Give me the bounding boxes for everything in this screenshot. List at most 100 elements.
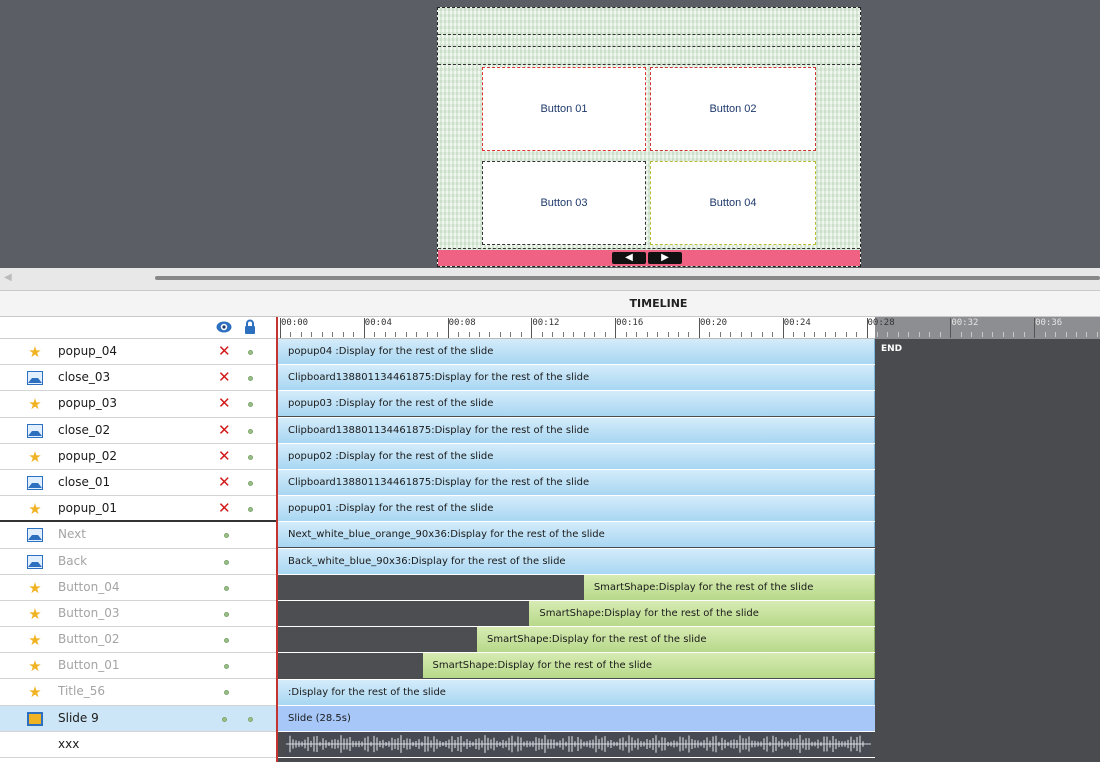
- lock-dot-icon[interactable]: [248, 428, 253, 434]
- timeline-bar[interactable]: Slide (28.5s): [278, 705, 875, 731]
- ruler-minor-tick: [332, 332, 334, 337]
- ruler-minor-tick: [908, 332, 910, 337]
- lock-dot-icon[interactable]: [248, 507, 253, 513]
- ruler-minor-tick: [541, 332, 543, 337]
- visibility-dot-icon[interactable]: [224, 638, 229, 644]
- waveform-icon: [286, 735, 871, 753]
- layer-row[interactable]: Next: [0, 522, 276, 549]
- ruler-minor-tick: [877, 332, 878, 337]
- layer-name: popup_04: [58, 344, 118, 358]
- timeline-bar[interactable]: SmartShape:Display for the rest of the s…: [422, 653, 875, 679]
- image-icon: [27, 423, 43, 438]
- timeline-bar[interactable]: Clipboard138801134461875:Display for the…: [278, 470, 875, 495]
- layer-row[interactable]: close_01 ✕: [0, 469, 276, 497]
- eye-icon[interactable]: [216, 320, 232, 334]
- layer-row[interactable]: xxx: [0, 731, 276, 758]
- lock-dot-icon[interactable]: [248, 480, 253, 486]
- timeline-bar[interactable]: popup03 :Display for the rest of the sli…: [278, 391, 875, 417]
- hidden-x-icon[interactable]: ✕: [218, 421, 231, 439]
- ruler-minor-tick: [353, 332, 355, 337]
- timeline-bar[interactable]: Next_white_blue_orange_90x36:Display for…: [278, 522, 875, 548]
- slide-button-01[interactable]: Button 01: [482, 67, 646, 151]
- layer-name: popup_03: [58, 396, 118, 411]
- slide-button-04[interactable]: Button 04: [650, 161, 816, 245]
- hidden-x-icon[interactable]: ✕: [218, 342, 231, 360]
- scroll-thumb[interactable]: [155, 276, 1100, 280]
- timeline-bar[interactable]: Clipboard138801134461875:Display for the…: [278, 365, 875, 391]
- timeline-tracks[interactable]: 00:00 00:04 00:08 00:12 00:16 00:20 00:24 00:28…: [276, 317, 1100, 762]
- ruler-minor-tick: [1023, 332, 1025, 337]
- layer-rows: ★ popup_04 ✕ close_03 ✕ ★ popup_03 ✕ close_02 ✕ ★ p…: [0, 339, 276, 758]
- hidden-x-icon[interactable]: ✕: [218, 394, 231, 412]
- layer-row[interactable]: ★ Button_03: [0, 600, 276, 628]
- hidden-x-icon[interactable]: ✕: [218, 473, 231, 491]
- ruler-minor-tick: [625, 332, 627, 337]
- timeline-bar[interactable]: popup04 :Display for the rest of the sli…: [278, 339, 875, 364]
- ruler-minor-tick: [845, 332, 847, 337]
- layer-name: Title_56: [58, 684, 105, 699]
- hidden-x-icon[interactable]: ✕: [218, 499, 231, 517]
- timeline-bar[interactable]: Back_white_blue_90x36:Display for the re…: [278, 548, 875, 574]
- track-row: popup03 :Display for the rest of the sli…: [278, 391, 875, 418]
- hidden-x-icon[interactable]: ✕: [218, 447, 231, 465]
- layer-row[interactable]: ★ Title_56: [0, 679, 276, 706]
- ruler-minor-tick: [887, 332, 889, 337]
- layer-row[interactable]: close_02 ✕: [0, 417, 276, 444]
- ruler-minor-tick: [971, 332, 973, 337]
- timeline-bar[interactable]: :Display for the rest of the slide: [278, 679, 875, 705]
- layer-row[interactable]: Slide 9: [0, 705, 276, 732]
- timeline-bar[interactable]: popup02 :Display for the rest of the sli…: [278, 443, 875, 469]
- layer-row[interactable]: ★ popup_04 ✕: [0, 339, 276, 366]
- ruler-tick-label: 00:36: [1035, 318, 1063, 328]
- ruler-tick-label: 00:20: [699, 318, 728, 328]
- visibility-dot-icon[interactable]: [224, 611, 229, 617]
- layer-row[interactable]: Back: [0, 548, 276, 575]
- ruler-minor-tick: [562, 332, 564, 337]
- slide-canvas[interactable]: Button 01 Button 02 Button 03 Button 04 …: [437, 7, 861, 267]
- star-icon: ★: [28, 447, 42, 466]
- layer-row[interactable]: ★ Button_04: [0, 574, 276, 601]
- timeline-bar[interactable]: SmartShape:Display for the rest of the s…: [529, 601, 875, 626]
- layer-name: close_02: [58, 422, 111, 437]
- ruler-minor-tick: [740, 332, 742, 337]
- lock-dot-icon[interactable]: [248, 454, 253, 460]
- ruler-minor-tick: [918, 332, 920, 337]
- timeline-bar[interactable]: popup01 :Display for the rest of the sli…: [278, 496, 875, 522]
- lock-dot-icon[interactable]: [248, 376, 253, 382]
- ruler-minor-tick: [1076, 332, 1077, 337]
- timeline-bar[interactable]: Clipboard138801134461875:Display for the…: [278, 417, 875, 443]
- layer-name: popup_02: [58, 448, 118, 463]
- ruler-tick-label: 00:16: [616, 318, 644, 328]
- ruler-minor-tick: [583, 332, 585, 337]
- ruler-minor-tick: [636, 332, 638, 337]
- layer-row[interactable]: ★ popup_01 ✕: [0, 496, 276, 523]
- back-arrow-icon[interactable]: ◀: [612, 252, 646, 264]
- visibility-dot-icon[interactable]: [224, 664, 229, 670]
- lock-dot-icon[interactable]: [248, 716, 253, 722]
- layer-row[interactable]: ★ Button_01: [0, 653, 276, 680]
- visibility-dot-icon[interactable]: [224, 585, 229, 591]
- timeline-bar[interactable]: SmartShape:Display for the rest of the s…: [583, 574, 875, 600]
- slide-button-03[interactable]: Button 03: [482, 161, 646, 245]
- audio-waveform[interactable]: [286, 732, 871, 757]
- slide-button-02[interactable]: Button 02: [650, 67, 816, 151]
- next-arrow-icon[interactable]: ▶: [648, 252, 682, 264]
- lock-dot-icon[interactable]: [248, 402, 253, 408]
- layer-name: Button_03: [58, 605, 120, 620]
- layer-row[interactable]: close_03 ✕: [0, 365, 276, 392]
- layer-row[interactable]: ★ popup_02 ✕: [0, 443, 276, 470]
- hidden-x-icon[interactable]: ✕: [218, 368, 231, 386]
- time-ruler[interactable]: 00:00 00:04 00:08 00:12 00:16 00:20 00:24 00:28…: [278, 317, 1100, 339]
- timeline-bar[interactable]: SmartShape:Display for the rest of the s…: [477, 627, 875, 653]
- ruler-minor-tick: [311, 332, 313, 337]
- visibility-dot-icon[interactable]: [224, 559, 229, 565]
- visibility-dot-icon[interactable]: [224, 533, 229, 539]
- scroll-left-arrow-icon[interactable]: ◀: [4, 272, 12, 283]
- layer-row[interactable]: ★ popup_03 ✕: [0, 391, 276, 418]
- lock-icon[interactable]: [244, 319, 256, 334]
- visibility-dot-icon[interactable]: [222, 716, 227, 722]
- horizontal-scrollbar[interactable]: ◀: [0, 268, 1100, 290]
- layer-row[interactable]: ★ Button_02: [0, 627, 276, 654]
- visibility-dot-icon[interactable]: [224, 690, 229, 696]
- lock-dot-icon[interactable]: [248, 350, 253, 355]
